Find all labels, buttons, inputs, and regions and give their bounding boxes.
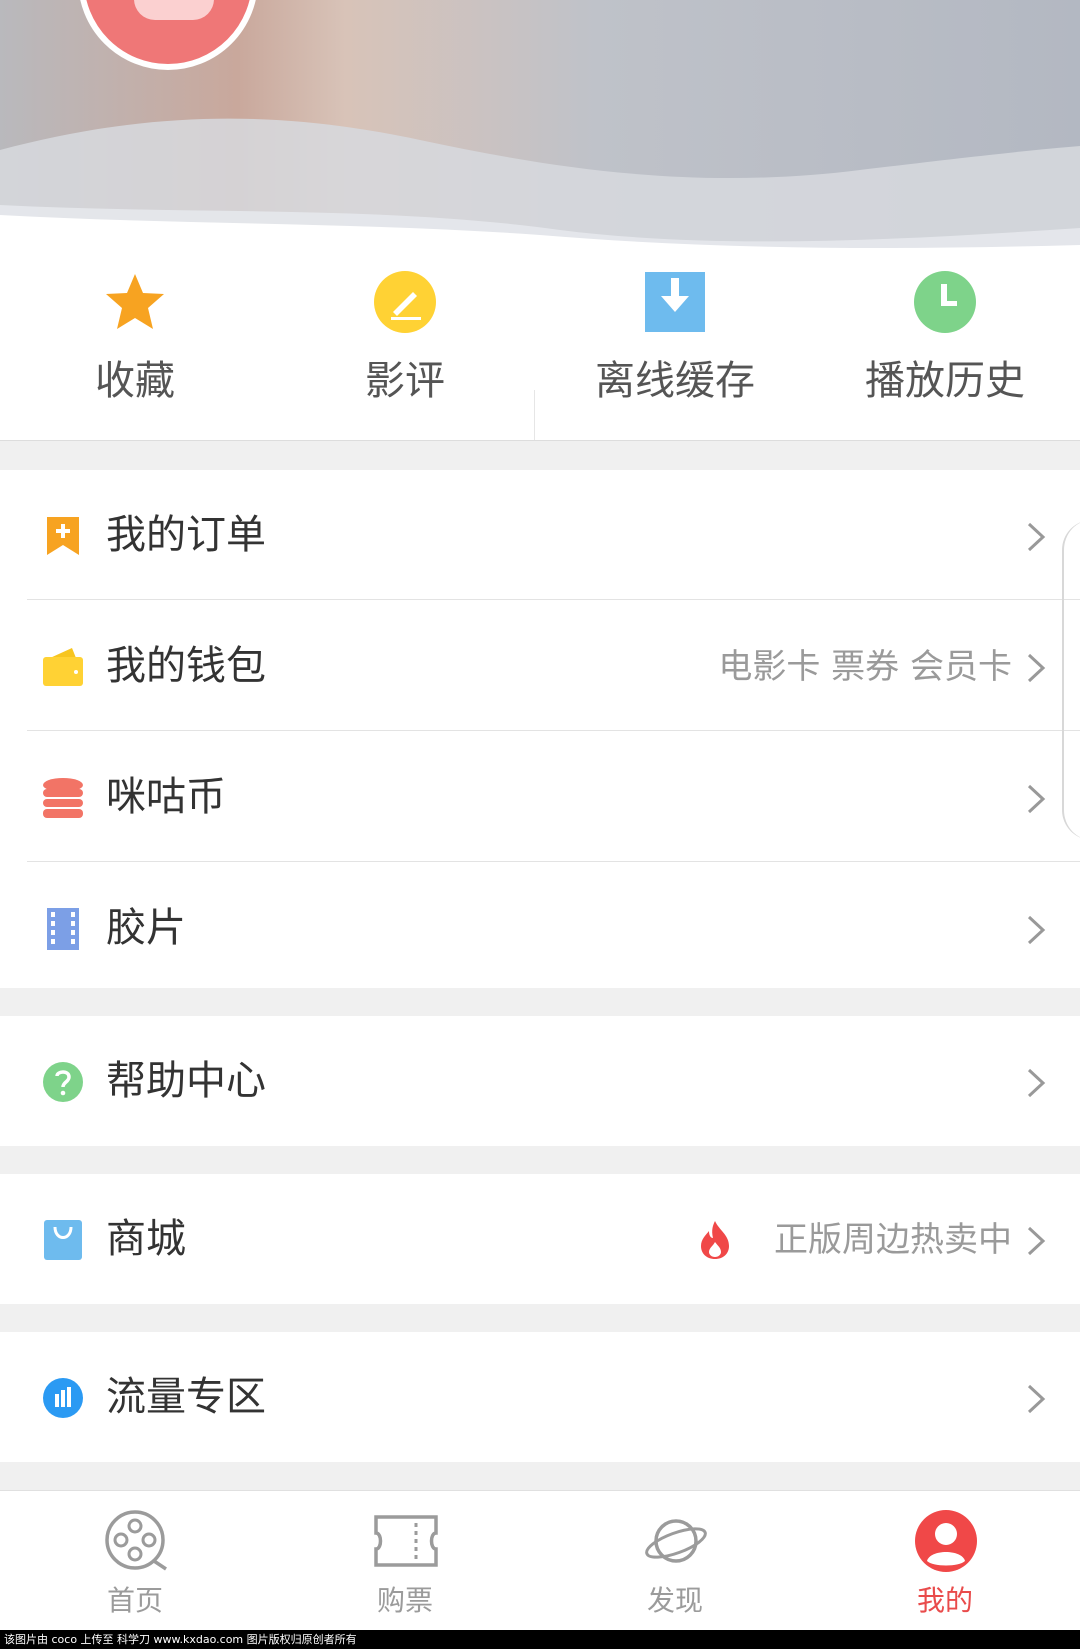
shopping-bag-icon xyxy=(44,1220,82,1260)
star-icon xyxy=(106,274,164,329)
chevron-right-icon xyxy=(1027,522,1046,552)
menu-item-help-label: 帮助中心 xyxy=(106,1058,266,1104)
quick-favorites-label: 收藏 xyxy=(95,358,175,404)
coins-stack-icon xyxy=(43,778,83,818)
pen-icon xyxy=(374,271,436,333)
question-icon xyxy=(43,1062,83,1102)
quick-play-history-label: 播放历史 xyxy=(865,358,1025,404)
bookmark-plus-icon xyxy=(47,517,79,555)
tab-mine-label: 我的 xyxy=(916,1584,973,1617)
user-icon xyxy=(915,1510,977,1572)
row-divider xyxy=(27,861,1080,862)
planet-icon xyxy=(645,1519,707,1563)
avatar-highlight xyxy=(134,0,214,20)
menu-item-mall[interactable]: 商城 正版周边热卖中 xyxy=(0,1174,1080,1304)
menu-item-film-label: 胶片 xyxy=(106,905,186,951)
menu-item-wallet[interactable]: 我的钱包 电影卡 票券 会员卡 xyxy=(0,601,1080,731)
quick-favorites[interactable]: 收藏 xyxy=(0,250,270,440)
chevron-right-icon xyxy=(1027,1068,1046,1098)
watermark-text: 该图片由 coco 上传至 科学刀 www.kxdao.com 图片版权归原创者… xyxy=(0,1630,1080,1649)
quick-divider xyxy=(534,390,535,440)
menu-item-coins[interactable]: 咪咕币 xyxy=(0,732,1080,862)
tab-discover[interactable]: 发现 xyxy=(540,1491,810,1631)
menu-item-orders-label: 我的订单 xyxy=(106,512,266,558)
menu-item-mall-label: 商城 xyxy=(106,1216,186,1262)
film-reel-icon xyxy=(105,1510,167,1571)
quick-play-history[interactable]: 播放历史 xyxy=(810,250,1080,440)
quick-reviews-label: 影评 xyxy=(365,358,445,404)
signal-bars-icon xyxy=(43,1378,83,1418)
menu-item-orders[interactable]: 我的订单 xyxy=(0,470,1080,600)
menu-item-coins-label: 咪咕币 xyxy=(106,774,226,820)
quick-offline-cache[interactable]: 离线缓存 xyxy=(540,250,810,440)
menu-item-help[interactable]: 帮助中心 xyxy=(0,1016,1080,1146)
chevron-right-icon xyxy=(1027,1226,1046,1256)
bottom-tab-bar: 首页 购票 发现 我的 xyxy=(0,1490,1080,1631)
chevron-right-icon xyxy=(1027,784,1046,814)
download-icon xyxy=(645,272,705,332)
tab-tickets-label: 购票 xyxy=(376,1584,433,1617)
menu-item-wallet-label: 我的钱包 xyxy=(106,643,266,689)
edge-pull-handle[interactable] xyxy=(1062,520,1080,840)
chevron-right-icon xyxy=(1027,1384,1046,1414)
row-divider xyxy=(27,730,1080,731)
clock-icon xyxy=(914,271,976,333)
menu-item-traffic[interactable]: 流量专区 xyxy=(0,1332,1080,1462)
quick-actions-bar: 收藏 影评 离线缓存 播放历史 xyxy=(0,250,1080,441)
menu-item-film[interactable]: 胶片 xyxy=(0,863,1080,993)
menu-item-wallet-subtitle: 电影卡 票券 会员卡 xyxy=(718,647,1012,687)
quick-reviews[interactable]: 影评 xyxy=(270,250,540,440)
profile-header-banner xyxy=(0,0,1080,250)
ticket-icon xyxy=(374,1515,438,1567)
quick-offline-cache-label: 离线缓存 xyxy=(595,358,755,404)
tab-tickets[interactable]: 购票 xyxy=(270,1491,540,1631)
menu-group-help: 帮助中心 xyxy=(0,1016,1080,1146)
tab-home[interactable]: 首页 xyxy=(0,1491,270,1631)
menu-group-traffic: 流量专区 xyxy=(0,1332,1080,1462)
row-divider xyxy=(27,599,1080,600)
fire-icon xyxy=(701,1221,729,1259)
tab-home-label: 首页 xyxy=(106,1584,163,1617)
wallet-icon xyxy=(43,648,83,686)
menu-group-mall: 商城 正版周边热卖中 xyxy=(0,1174,1080,1304)
chevron-right-icon xyxy=(1027,915,1046,945)
film-strip-icon xyxy=(47,908,79,950)
menu-group-account: 我的订单 我的钱包 电影卡 票券 会员卡 咪咕币 胶片 xyxy=(0,470,1080,988)
menu-item-mall-subtitle: 正版周边热卖中 xyxy=(774,1220,1012,1260)
tab-mine[interactable]: 我的 xyxy=(810,1491,1080,1631)
menu-item-traffic-label: 流量专区 xyxy=(106,1374,266,1420)
tab-discover-label: 发现 xyxy=(646,1584,703,1617)
chevron-right-icon xyxy=(1027,653,1046,683)
